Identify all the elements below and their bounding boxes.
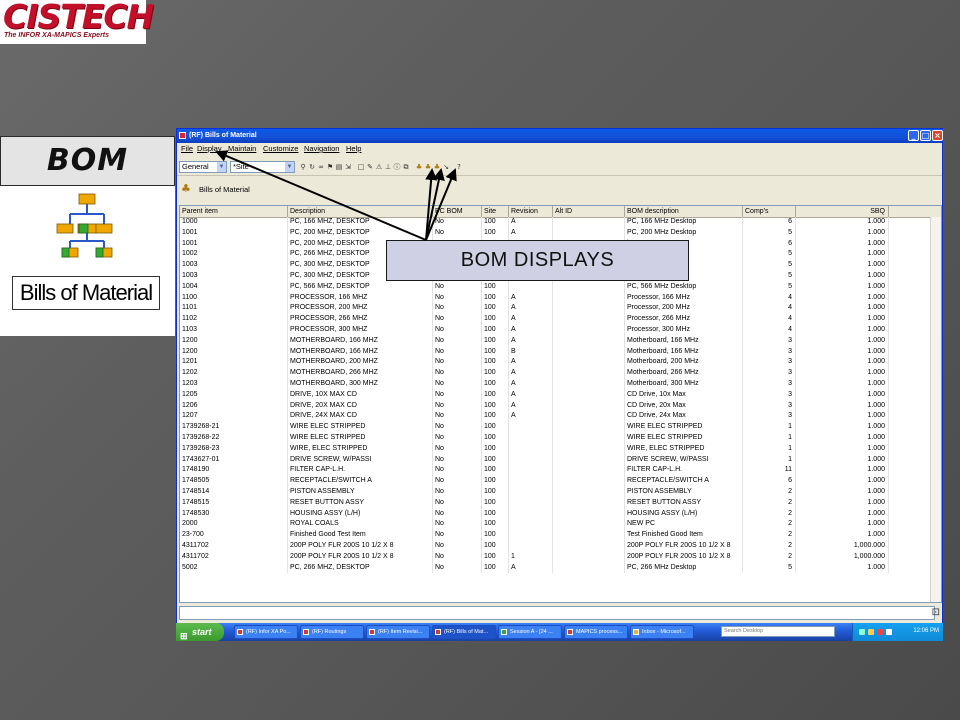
arrow-to-display-menu — [215, 150, 427, 241]
callout-arrows — [215, 150, 457, 241]
